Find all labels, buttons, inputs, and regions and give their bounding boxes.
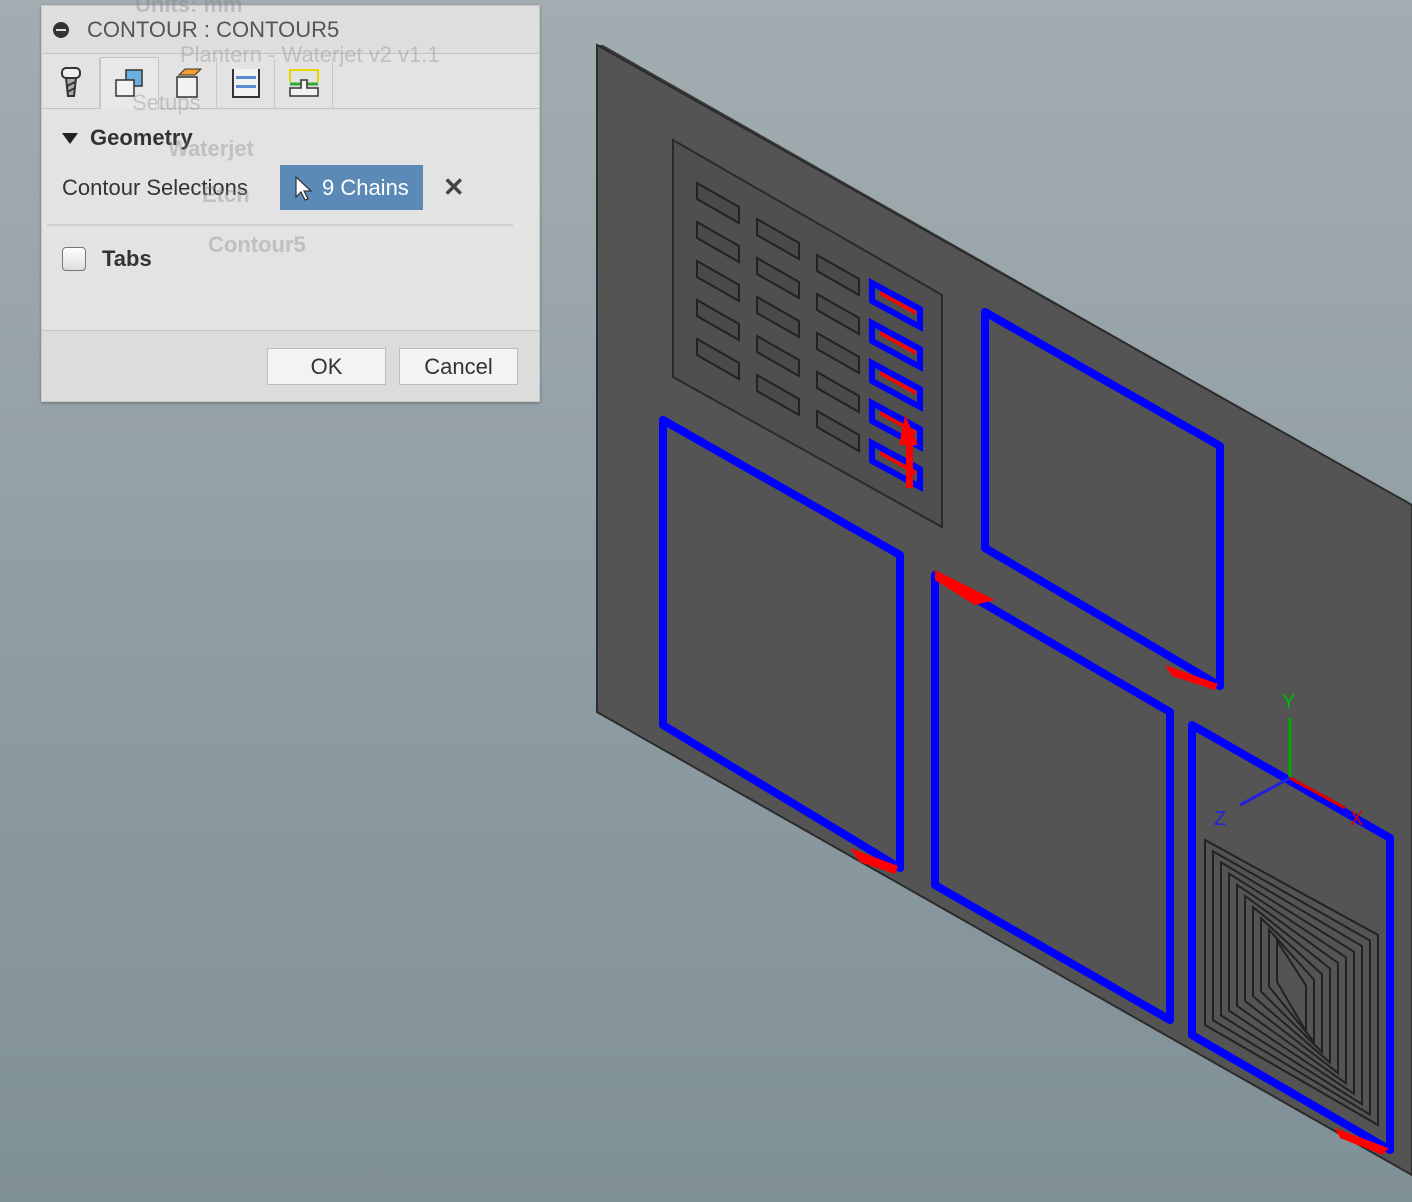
cursor-arrow-icon (295, 175, 312, 201)
clear-selection-icon[interactable]: ✕ (443, 172, 465, 203)
contour-selections-value: 9 Chains (321, 174, 409, 200)
tool-icon (60, 67, 81, 97)
geometry-section-header[interactable]: Geometry (62, 125, 539, 151)
geometry-section-title: Geometry (90, 125, 193, 150)
axis-z-label: Z (1214, 808, 1226, 830)
tab-linking[interactable] (275, 58, 333, 108)
heights-icon (175, 68, 202, 98)
section-divider (47, 224, 513, 226)
tabs-checkbox[interactable] (62, 247, 86, 271)
tab-tool[interactable] (42, 58, 100, 108)
tabs-row: Tabs (62, 246, 539, 272)
axis-y-label: Y (1282, 691, 1295, 713)
geometry-icon (114, 68, 143, 97)
dialog-title: CONTOUR : CONTOUR5 (87, 16, 340, 42)
contour-dialog: CONTOUR : CONTOUR5 Geometry Contour Sele… (41, 5, 540, 402)
collapse-triangle-icon (62, 132, 78, 144)
ok-button[interactable]: OK (267, 348, 386, 385)
contour-selections-row: Contour Selections 9 Chains ✕ (62, 165, 539, 210)
tab-heights[interactable] (159, 58, 217, 108)
tab-bar (42, 54, 539, 109)
dialog-footer: OK Cancel (42, 330, 539, 401)
dialog-header[interactable]: CONTOUR : CONTOUR5 (42, 6, 539, 54)
contour-selections-label: Contour Selections (62, 174, 248, 200)
axis-x-label: X (1350, 808, 1363, 830)
cancel-button[interactable]: Cancel (399, 348, 518, 385)
tabs-label: Tabs (102, 246, 152, 271)
tab-passes[interactable] (217, 58, 275, 108)
passes-icon (231, 69, 260, 98)
collapse-icon[interactable] (53, 21, 69, 38)
contour-selections-button[interactable]: 9 Chains (279, 165, 423, 210)
tab-geometry[interactable] (100, 57, 159, 109)
linking-icon (288, 69, 319, 97)
